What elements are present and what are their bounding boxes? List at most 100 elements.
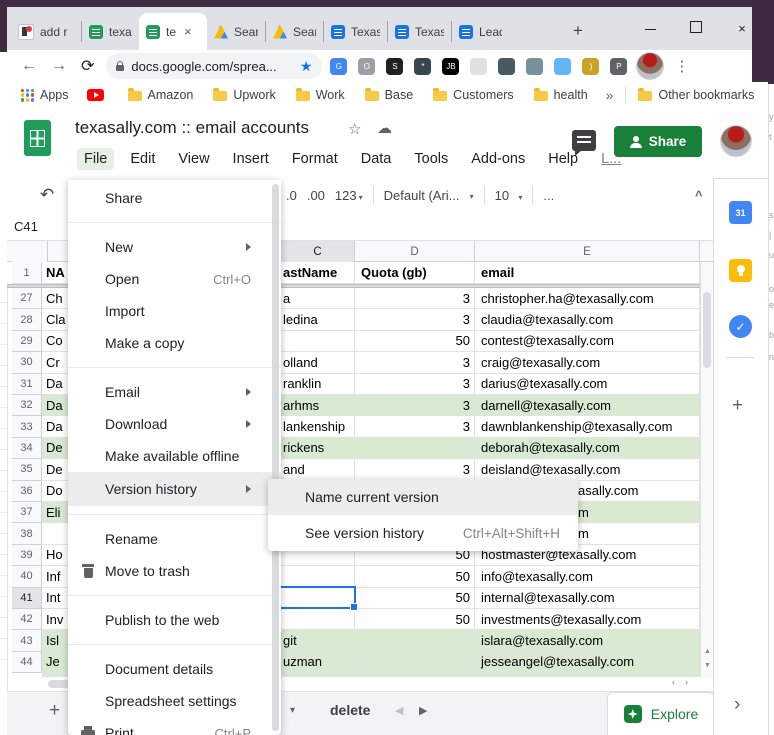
row-header-32[interactable]: 32 — [12, 395, 42, 416]
menubar-item-view[interactable]: View — [171, 148, 216, 170]
other-bookmarks[interactable]: Other bookmarks — [638, 88, 754, 102]
bookmark-folder-health[interactable]: health — [534, 88, 588, 102]
cell-c34[interactable]: rickens — [281, 438, 355, 459]
minimize-button[interactable] — [627, 21, 673, 36]
cell-d31[interactable]: 3 — [355, 374, 475, 395]
tab-scroll-right-icon[interactable]: ▶ — [419, 704, 427, 717]
more-toolbar-button[interactable]: ... — [543, 188, 554, 203]
cell-d42[interactable]: 50 — [355, 609, 475, 630]
star-document-icon[interactable]: ☆ — [348, 120, 361, 138]
bookmark-folder-upwork[interactable]: Upwork — [213, 88, 275, 102]
column-header-d[interactable]: D — [355, 241, 475, 262]
row-header-27[interactable]: 27 — [12, 288, 42, 309]
extension-phone-icon[interactable] — [498, 58, 515, 75]
cell-e27[interactable]: christopher.ha@texasally.com — [475, 288, 700, 309]
row-header-34[interactable]: 34 — [12, 438, 42, 459]
cell-e30[interactable]: craig@texasally.com — [475, 352, 700, 373]
header-cell-quota[interactable]: Quota (gb) — [355, 262, 475, 284]
tab-texas-5[interactable]: Texas — [323, 21, 387, 42]
cell-c44[interactable]: uzman — [281, 652, 355, 673]
cell-e40[interactable]: info@texasally.com — [475, 566, 700, 587]
extension-puzzle-icon[interactable]: P — [610, 58, 627, 75]
submenu-item-see-version-history[interactable]: See version historyCtrl+Alt+Shift+H — [268, 515, 578, 551]
cell-d41[interactable]: 50 — [355, 588, 475, 609]
select-all-corner[interactable] — [12, 241, 48, 262]
cell-d40[interactable]: 50 — [355, 566, 475, 587]
menubar-item-add-ons[interactable]: Add-ons — [464, 148, 532, 170]
cell-e32[interactable]: darnell@texasally.com — [475, 395, 700, 416]
file-menu-item-document-details[interactable]: Document details — [68, 653, 281, 685]
bookmark-folder-amazon[interactable]: Amazon — [128, 88, 194, 102]
tab-scroll-left-icon[interactable]: ◀ — [395, 704, 403, 717]
cell-c40[interactable] — [281, 566, 355, 587]
vertical-scrollbar[interactable]: ▲ ▼ — [700, 262, 713, 677]
close-window-button[interactable]: × — [719, 21, 765, 36]
font-size-select[interactable]: 10 ▾ — [495, 188, 523, 203]
row-header-33[interactable]: 33 — [12, 416, 42, 437]
bookmarks-overflow-icon[interactable]: » — [606, 87, 614, 103]
url-text[interactable]: docs.google.com/sprea... — [131, 59, 292, 74]
cell-c29[interactable] — [281, 331, 355, 352]
cell-d29[interactable]: 50 — [355, 331, 475, 352]
share-button[interactable]: Share — [614, 126, 702, 157]
close-tab-icon[interactable]: × — [184, 24, 192, 39]
cell-e44[interactable]: jesseangel@texasally.com — [475, 652, 700, 673]
font-family-select[interactable]: Default (Ari...▾ — [384, 187, 474, 203]
cell-c42[interactable] — [281, 609, 355, 630]
tab-add-r-0[interactable]: add r — [11, 21, 81, 42]
cell-c35[interactable]: and — [281, 459, 355, 480]
tab-te-2[interactable]: te× — [139, 13, 207, 50]
cell-d32[interactable]: 3 — [355, 395, 475, 416]
bookmark-folder-customers[interactable]: Customers — [433, 88, 513, 102]
cell-e34[interactable]: deborah@texasally.com — [475, 438, 700, 459]
row-header-28[interactable]: 28 — [12, 309, 42, 330]
calendar-icon[interactable]: 31 — [729, 201, 752, 224]
file-menu-item-spreadsheet-settings[interactable]: Spreadsheet settings — [68, 685, 281, 717]
youtube-icon[interactable] — [87, 89, 104, 101]
file-menu-item-download[interactable]: Download — [68, 408, 281, 440]
tasks-icon[interactable]: ✓ — [729, 315, 752, 338]
file-menu-item-version-history[interactable]: Version history — [68, 472, 281, 506]
address-bar[interactable]: docs.google.com/sprea... ★ — [106, 53, 322, 79]
undo-icon[interactable]: ↶ — [40, 185, 54, 205]
column-header-e[interactable]: E — [475, 241, 700, 262]
reload-icon[interactable]: ⟳ — [81, 56, 94, 76]
bookmark-folder-work[interactable]: Work — [296, 88, 345, 102]
cell-e29[interactable]: contest@texasally.com — [475, 331, 700, 352]
menubar-item-insert[interactable]: Insert — [226, 148, 276, 170]
menubar-item-file[interactable]: File — [77, 148, 114, 170]
scroll-down-icon[interactable]: ▼ — [704, 662, 711, 669]
extension-sh-icon[interactable]: S — [386, 58, 403, 75]
file-menu-item-email[interactable]: Email — [68, 376, 281, 408]
file-menu-item-new[interactable]: New — [68, 231, 281, 263]
apps-label[interactable]: Apps — [40, 88, 69, 102]
row-header-43[interactable]: 43 — [12, 630, 42, 651]
cell-e43[interactable]: islara@texasally.com — [475, 630, 700, 651]
cell-e33[interactable]: dawnblankenship@texasally.com — [475, 416, 700, 437]
menubar-item-tools[interactable]: Tools — [407, 148, 455, 170]
add-sheet-button[interactable]: + — [49, 700, 60, 722]
new-tab-button[interactable]: + — [573, 21, 583, 41]
submenu-item-name-current-version[interactable]: Name current version — [268, 479, 578, 515]
cell-c30[interactable]: olland — [281, 352, 355, 373]
cell-e28[interactable]: claudia@texasally.com — [475, 309, 700, 330]
row-header-41[interactable]: 41 — [12, 588, 42, 609]
cell-d44[interactable] — [355, 652, 475, 673]
cell-d33[interactable]: 3 — [355, 416, 475, 437]
row-header-44[interactable]: 44 — [12, 652, 42, 673]
cell-c33[interactable]: lankenship — [281, 416, 355, 437]
tab-texas-1[interactable]: texas — [81, 21, 139, 42]
bookmark-folder-base[interactable]: Base — [365, 88, 414, 102]
cell-c43[interactable]: git — [281, 630, 355, 651]
menubar-item-edit[interactable]: Edit — [123, 148, 162, 170]
menubar-item-format[interactable]: Format — [285, 148, 345, 170]
file-menu-item-make-a-copy[interactable]: Make a copy — [68, 327, 281, 359]
row-header-31[interactable]: 31 — [12, 374, 42, 395]
header-cell-email[interactable]: email — [475, 262, 700, 284]
extension-ear-icon[interactable]: ) — [582, 58, 599, 75]
hide-side-panel-icon[interactable]: › — [734, 694, 740, 716]
bookmark-star-icon[interactable]: ★ — [300, 58, 313, 75]
cell-d27[interactable]: 3 — [355, 288, 475, 309]
row-header-37[interactable]: 37 — [12, 502, 42, 523]
cell-e41[interactable]: internal@texasally.com — [475, 588, 700, 609]
